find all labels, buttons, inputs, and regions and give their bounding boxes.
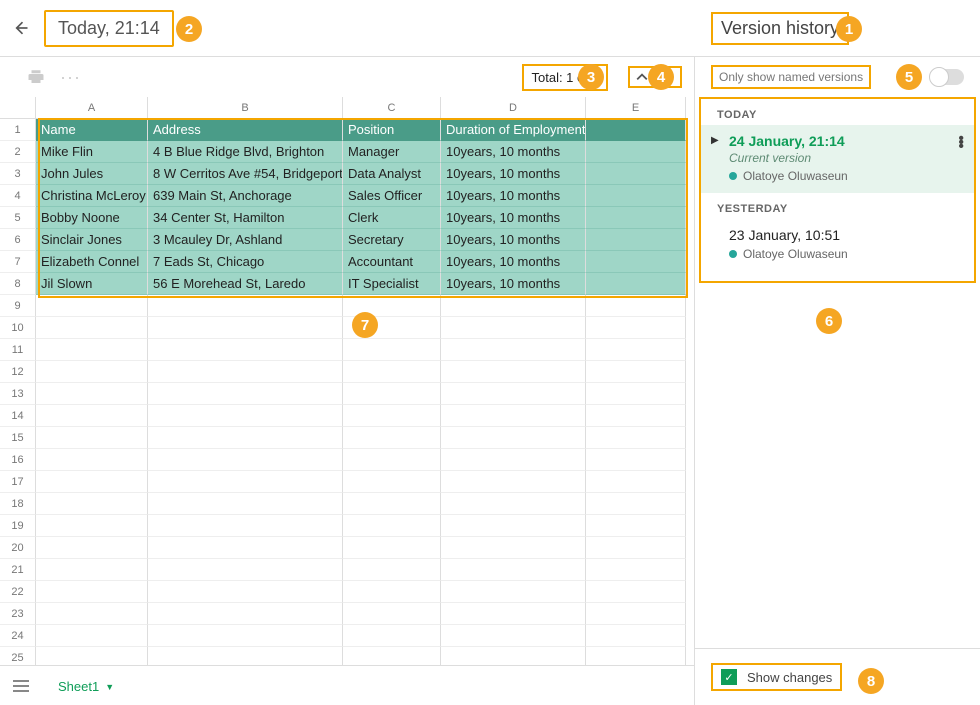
annotation-badge: 2 <box>176 16 202 42</box>
version-title[interactable]: Today, 21:14 <box>44 10 174 47</box>
sheet-tab-menu-icon[interactable]: ▼ <box>105 682 114 692</box>
version-section-header: TODAY <box>701 99 974 125</box>
annotation-badge: 8 <box>858 668 884 694</box>
version-item[interactable]: ▶•••24 January, 21:14Current versionOlat… <box>701 125 974 193</box>
sheet-tab-label: Sheet1 <box>58 679 99 694</box>
annotation-badge: 6 <box>816 308 842 334</box>
only-named-label: Only show named versions <box>711 65 871 89</box>
version-section-header: YESTERDAY <box>701 193 974 219</box>
annotation-badge: 4 <box>648 64 674 90</box>
annotation-badge: 7 <box>352 312 378 338</box>
only-named-toggle[interactable] <box>930 69 964 85</box>
version-menu-icon[interactable]: ••• <box>958 137 964 149</box>
annotation-badge: 1 <box>836 16 862 42</box>
version-item[interactable]: 23 January, 10:51Olatoye Oluwaseun <box>701 219 974 271</box>
prev-edit-button[interactable] <box>636 71 648 83</box>
annotation-badge: 3 <box>578 64 604 90</box>
sheet-tab[interactable]: Sheet1 ▼ <box>50 667 122 704</box>
annotation-badge: 5 <box>896 64 922 90</box>
all-sheets-icon[interactable] <box>12 679 30 693</box>
show-changes-label: Show changes <box>747 670 832 685</box>
version-history-title: Version history <box>711 12 849 45</box>
back-button[interactable] <box>8 16 32 40</box>
version-list: TODAY▶•••24 January, 21:14Current versio… <box>699 97 976 283</box>
column-headers: A B C D E <box>0 97 694 119</box>
print-icon[interactable] <box>26 68 46 86</box>
spreadsheet-grid[interactable]: 1NameAddressPositionDuration of Employme… <box>0 119 694 665</box>
show-changes-checkbox[interactable]: ✓ <box>721 669 737 685</box>
more-icon[interactable]: ··· <box>60 67 81 88</box>
expand-icon[interactable]: ▶ <box>711 135 719 146</box>
